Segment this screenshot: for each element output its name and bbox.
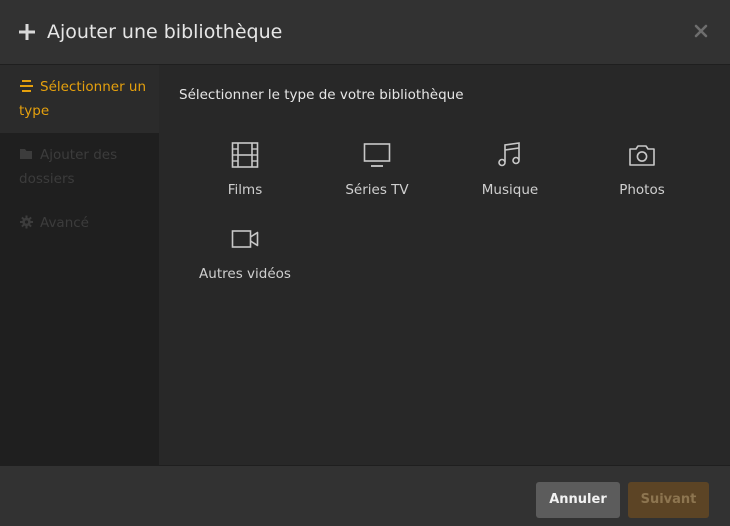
- plus-icon: [19, 24, 35, 40]
- next-button[interactable]: Suivant: [628, 482, 709, 518]
- cancel-button[interactable]: Annuler: [536, 482, 620, 518]
- video-camera-icon: [231, 230, 259, 248]
- tv-icon: [363, 143, 391, 167]
- dialog-title: Ajouter une bibliothèque: [47, 21, 283, 43]
- type-music[interactable]: Musique: [450, 140, 570, 212]
- step-add-folders: Ajouter des dossiers: [0, 143, 159, 191]
- type-tv-shows[interactable]: Séries TV: [317, 140, 437, 212]
- film-icon: [231, 142, 259, 168]
- gear-icon: [20, 215, 33, 229]
- library-type-panel: Sélectionner le type de votre bibliothèq…: [159, 65, 730, 465]
- close-icon[interactable]: [693, 23, 709, 39]
- dialog-header: Ajouter une bibliothèque: [0, 0, 730, 65]
- add-library-dialog: Ajouter une bibliothèque Sélectionner un…: [0, 0, 730, 526]
- step-advanced-label: Avancé: [40, 215, 89, 231]
- dialog-footer: Annuler Suivant: [0, 465, 730, 526]
- type-tv-shows-label: Séries TV: [345, 182, 409, 198]
- folder-icon: [20, 149, 32, 159]
- type-music-label: Musique: [481, 182, 539, 198]
- list-icon: [20, 80, 33, 92]
- type-other-videos[interactable]: Autres vidéos: [185, 224, 305, 296]
- type-other-videos-label: Autres vidéos: [199, 266, 291, 282]
- type-films[interactable]: Films: [185, 140, 305, 212]
- library-type-prompt: Sélectionner le type de votre bibliothèq…: [179, 87, 464, 103]
- wizard-steps-sidebar: Sélectionner un type Ajouter des dossier…: [0, 65, 159, 465]
- type-photos-label: Photos: [619, 182, 665, 198]
- type-photos[interactable]: Photos: [582, 140, 702, 212]
- step-select-type[interactable]: Sélectionner un type: [0, 65, 159, 133]
- camera-icon: [629, 145, 655, 166]
- step-select-type-label: Sélectionner un type: [19, 79, 147, 119]
- step-advanced: Avancé: [0, 211, 159, 235]
- music-icon: [498, 142, 520, 167]
- type-films-label: Films: [227, 182, 263, 198]
